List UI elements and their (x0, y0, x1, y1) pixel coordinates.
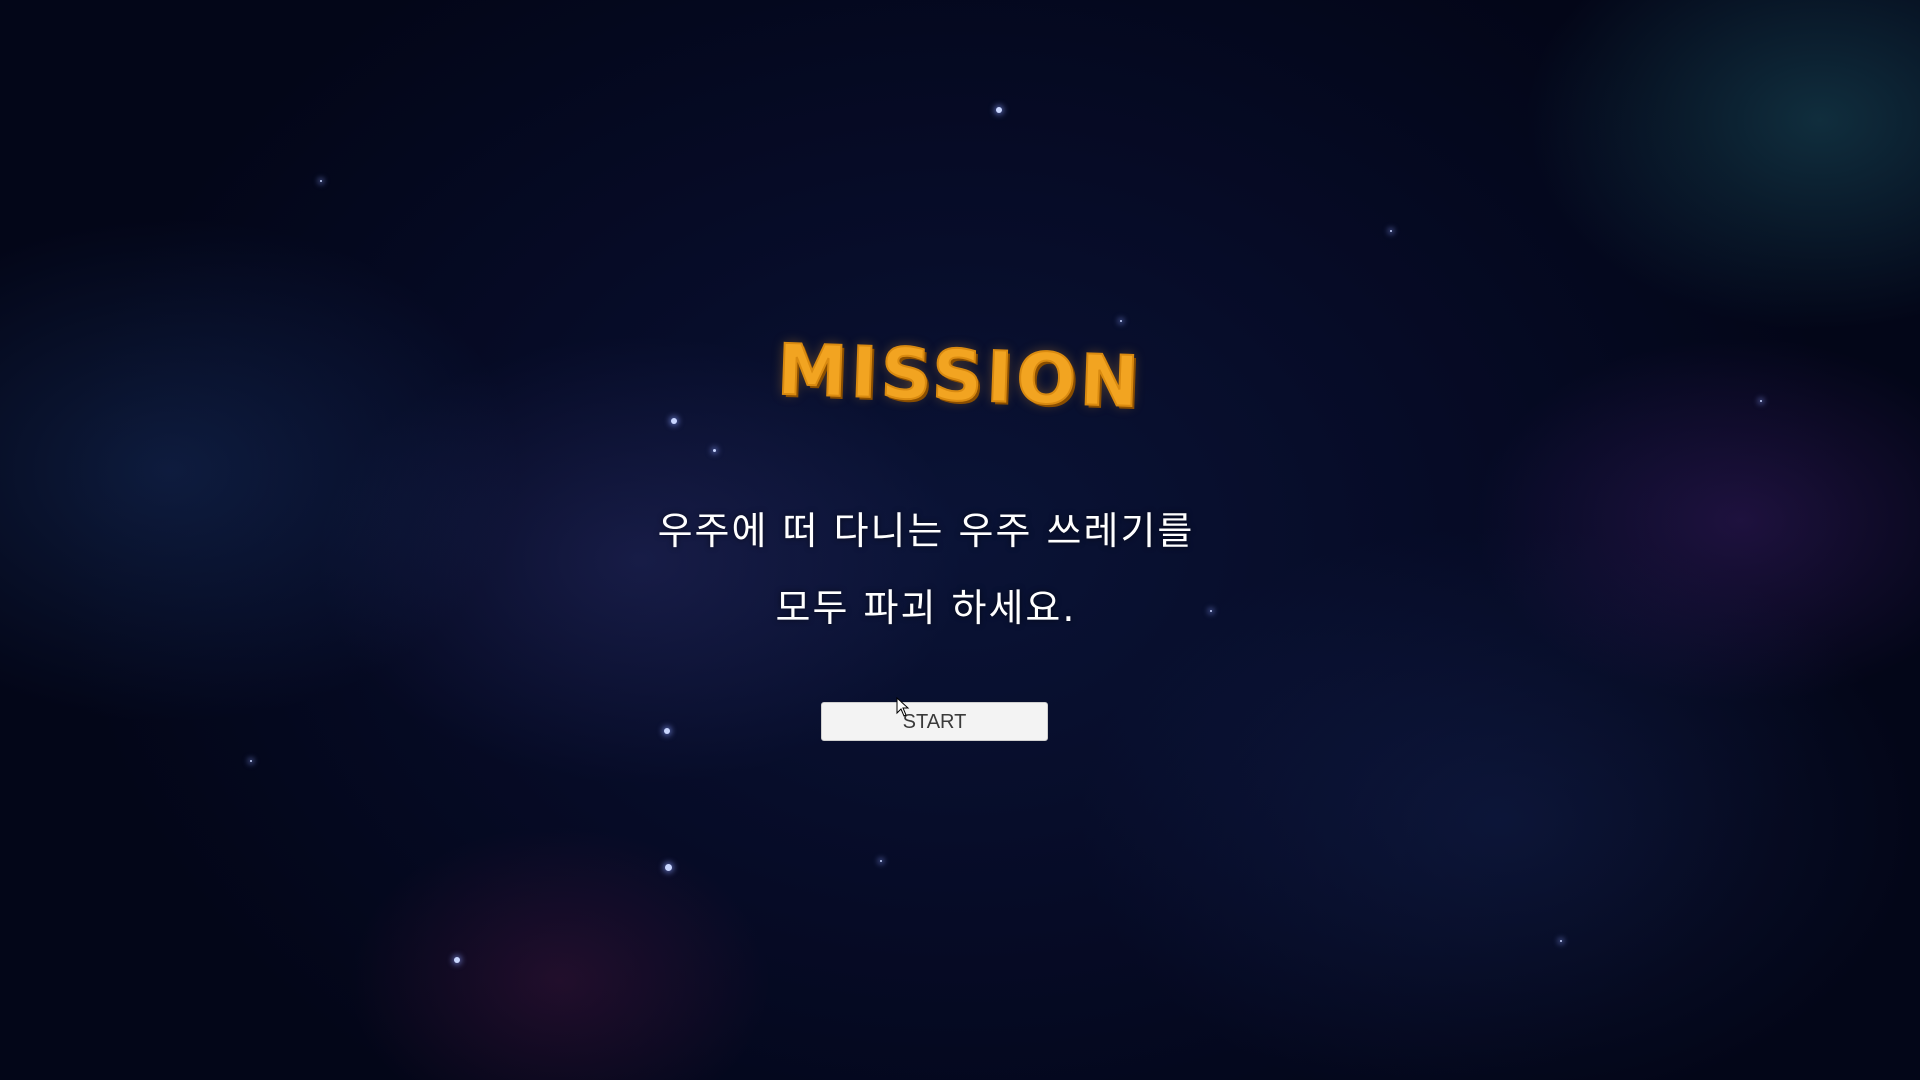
mission-description-line-1: 우주에 떠 다니는 우주 쓰레기를 (657, 509, 1195, 553)
star (250, 760, 252, 762)
star (1560, 940, 1562, 942)
star (713, 449, 716, 452)
star (320, 180, 322, 182)
start-button[interactable]: START (821, 702, 1048, 741)
mission-description-line-2: 모두 파괴 하세요. (775, 586, 1077, 630)
star (1390, 230, 1392, 232)
star (1120, 320, 1122, 322)
mouse-cursor-icon (896, 697, 910, 717)
star (996, 107, 1002, 113)
star (664, 728, 670, 734)
star (880, 860, 882, 862)
space-background: MISSION 우주에 떠 다니는 우주 쓰레기를 모두 파괴 하세요. STA… (0, 0, 1920, 1080)
star (665, 864, 672, 871)
star (454, 957, 460, 963)
star (671, 418, 677, 424)
